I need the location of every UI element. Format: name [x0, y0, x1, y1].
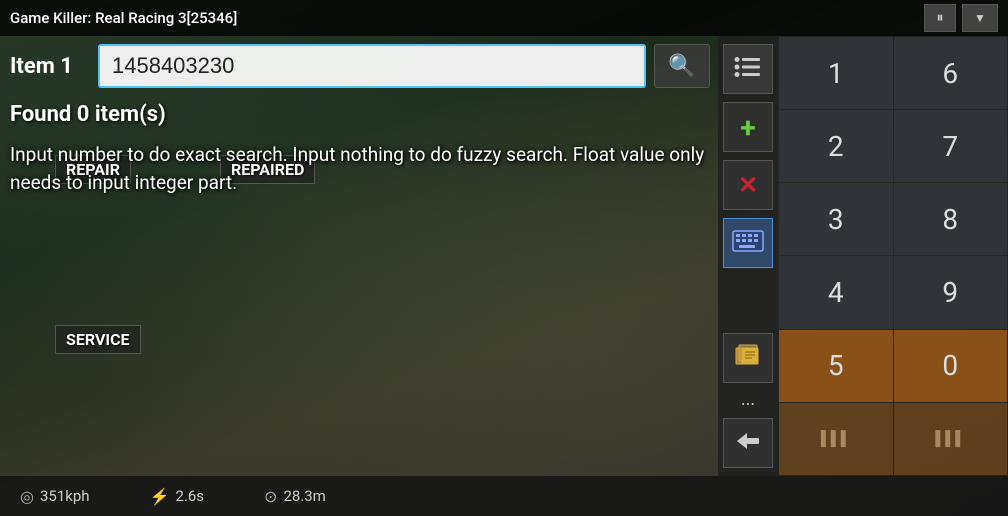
dots-label: ...	[741, 389, 755, 410]
files-icon	[734, 342, 762, 375]
search-icon: 🔍	[668, 54, 695, 79]
distance-status: ⊙ 28.3m	[264, 487, 326, 506]
distance-icon: ⊙	[264, 487, 277, 506]
time-value: 2.6s	[175, 487, 204, 505]
search-row: Item 1 🔍	[0, 36, 720, 96]
pause-icon: ⏸	[937, 10, 944, 26]
add-icon: +	[740, 111, 755, 144]
delete-icon: ✕	[738, 171, 758, 199]
search-input[interactable]	[98, 44, 646, 88]
add-button[interactable]: +	[723, 102, 773, 152]
speed-status: ◎ 351kph	[20, 487, 90, 506]
app-title: Game Killer: Real Racing 3[25346]	[10, 9, 924, 27]
pause-button[interactable]: ⏸	[924, 4, 956, 32]
speed-icon: ◎	[20, 487, 34, 506]
right-sidebar: + ✕	[718, 36, 1008, 476]
numpad: 1 6 2 7 3 8 4 9 5 0 ▌▌▌	[778, 36, 1008, 476]
speed-value: 351kph	[40, 487, 90, 505]
back-icon	[735, 430, 761, 457]
delete-button[interactable]: ✕	[723, 160, 773, 210]
found-results-text: Found 0 item(s)	[0, 96, 720, 131]
num-key-6[interactable]: 6	[894, 37, 1008, 109]
main-panel: Item 1 🔍 Found 0 item(s) Input number to…	[0, 36, 720, 476]
list-icon	[734, 56, 762, 83]
search-button[interactable]: 🔍	[654, 44, 710, 88]
dropdown-icon: ▼	[974, 11, 986, 25]
title-bar: Game Killer: Real Racing 3[25346] ⏸ ▼	[0, 0, 1008, 36]
num-key-1[interactable]: 1	[779, 37, 893, 109]
num-key-extra-right[interactable]: ▌▌▌	[894, 403, 1008, 475]
num-key-0[interactable]: 0	[894, 330, 1008, 402]
help-text: Input number to do exact search. Input n…	[0, 131, 720, 206]
num-key-4[interactable]: 4	[779, 256, 893, 328]
num-key-9[interactable]: 9	[894, 256, 1008, 328]
keyboard-button[interactable]	[723, 218, 773, 268]
num-key-extra-left[interactable]: ▌▌▌	[779, 403, 893, 475]
keyboard-icon	[732, 230, 764, 257]
back-button[interactable]	[723, 418, 773, 468]
time-icon: ⚡	[150, 487, 170, 506]
more-button[interactable]: ...	[741, 389, 755, 410]
files-button[interactable]	[723, 333, 773, 383]
distance-value: 28.3m	[283, 487, 325, 505]
sidebar-controls: + ✕	[718, 36, 778, 476]
num-key-5[interactable]: 5	[779, 330, 893, 402]
dropdown-button[interactable]: ▼	[962, 4, 998, 32]
status-bar: ◎ 351kph ⚡ 2.6s ⊙ 28.3m	[0, 476, 1008, 516]
num-key-7[interactable]: 7	[894, 110, 1008, 182]
search-input-wrapper	[98, 44, 646, 88]
num-key-2[interactable]: 2	[779, 110, 893, 182]
item-label: Item 1	[10, 54, 90, 79]
num-key-3[interactable]: 3	[779, 183, 893, 255]
num-key-8[interactable]: 8	[894, 183, 1008, 255]
list-button[interactable]	[723, 44, 773, 94]
time-status: ⚡ 2.6s	[150, 487, 204, 506]
